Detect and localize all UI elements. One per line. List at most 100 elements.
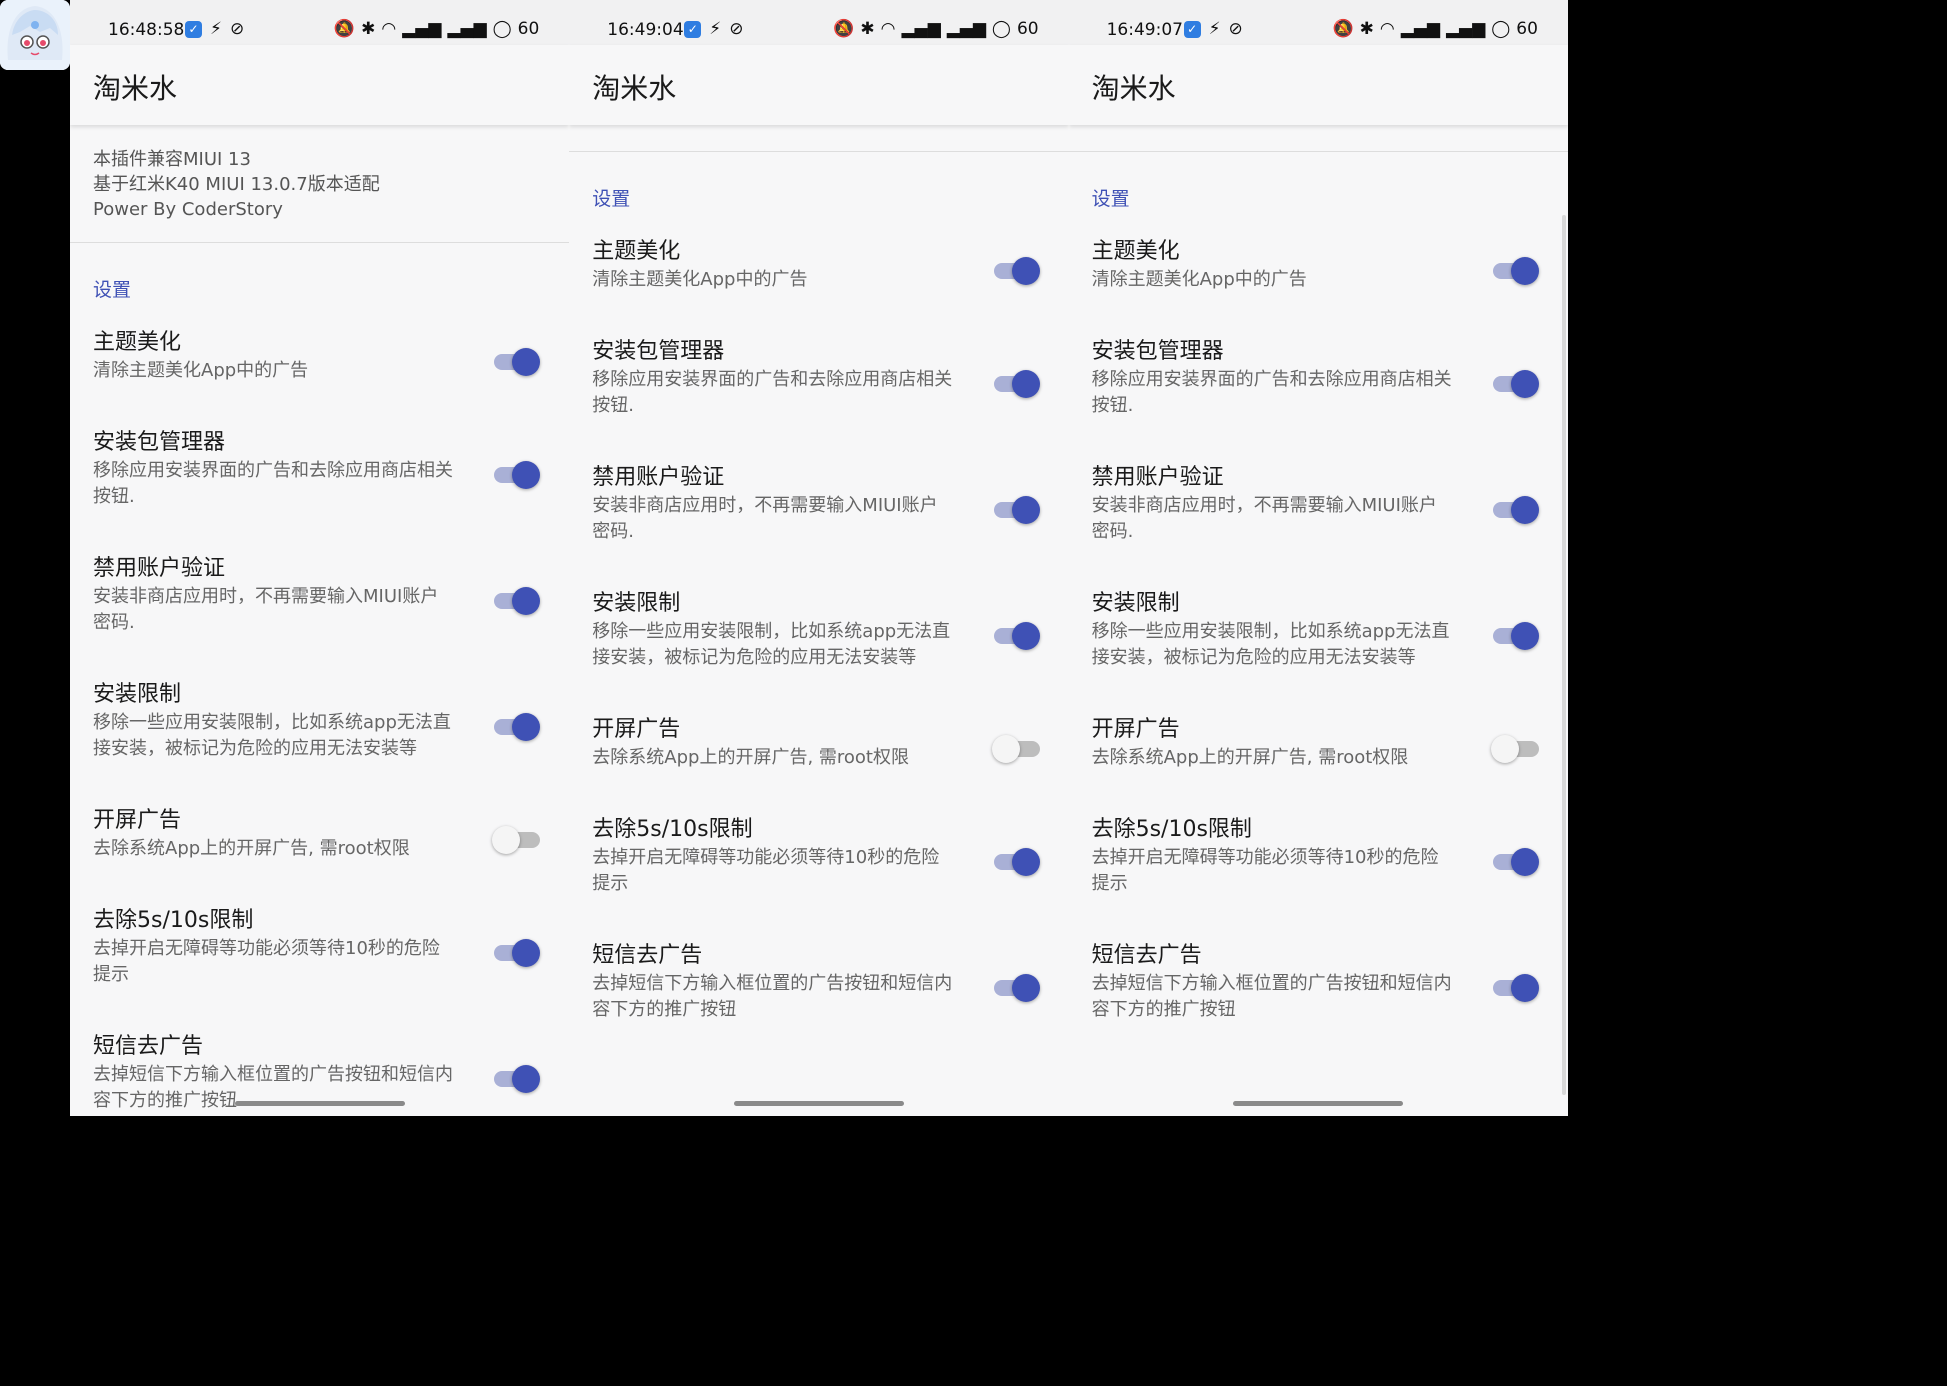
toggle-switch[interactable]	[492, 711, 542, 743]
signal-icon: ▂▄▆	[402, 19, 442, 39]
info-line: 本插件兼容MIUI 13	[93, 149, 251, 170]
battery-level: 60	[1516, 19, 1538, 39]
setting-summary: 安装非商店应用时，不再需要输入MIUI账户密码.	[93, 586, 439, 633]
info-line: 基于红米K40 MIUI 13.0.7版本适配	[93, 174, 380, 195]
setting-item[interactable]: 主题美化 清除主题美化App中的广告	[1069, 221, 1568, 321]
toggle-switch[interactable]	[1491, 846, 1541, 878]
setting-item[interactable]: 安装包管理器 移除应用安装界面的广告和去除应用商店相关按钮.	[1069, 321, 1568, 447]
setting-summary: 去掉短信下方输入框位置的广告按钮和短信内容下方的推广按钮	[93, 1064, 453, 1111]
setting-item[interactable]: 去除5s/10s限制 去掉开启无障碍等功能必须等待10秒的危险提示	[569, 799, 1068, 925]
setting-item[interactable]: 去除5s/10s限制去掉开启无障碍等功能必须等待10秒的危险提示	[70, 890, 569, 1016]
toggle-switch[interactable]	[992, 494, 1042, 526]
setting-title: 安装包管理器	[592, 339, 725, 364]
setting-item[interactable]: 短信去广告 去掉短信下方输入框位置的广告按钮和短信内容下方的推广按钮	[569, 925, 1068, 1051]
toggle-switch[interactable]	[492, 346, 542, 378]
setting-item[interactable]: 短信去广告 去掉短信下方输入框位置的广告按钮和短信内容下方的推广按钮	[1069, 925, 1568, 1051]
setting-title: 开屏广告	[1091, 717, 1180, 742]
gesture-bar[interactable]	[1233, 1101, 1404, 1106]
setting-summary: 去除系统App上的开屏广告, 需root权限	[592, 747, 909, 768]
setting-summary: 去掉开启无障碍等功能必须等待10秒的危险提示	[592, 847, 940, 894]
phone-screen: 16:49:04 ✓ ⚡ ⊘ 🔕 ✱ ◠ ▂▄▆ ▂▄▆ ◯ 60 淘米水 设置 主题美化 清除主题美化Ap…	[569, 0, 1069, 1116]
toggle-switch[interactable]	[1491, 972, 1541, 1004]
setting-item[interactable]: 安装限制 移除一些应用安装限制，比如系统app无法直接安装，被标记为危险的应用无法…	[569, 573, 1068, 699]
setting-title: 安装限制	[1091, 591, 1180, 616]
app-bar: 淘米水	[1068, 45, 1568, 125]
signal-icon: ▂▄▆	[901, 19, 941, 39]
info-line: Power By CoderStory	[93, 199, 283, 220]
setting-item[interactable]: 安装包管理器 移除应用安装界面的广告和去除应用商店相关按钮.	[569, 321, 1068, 447]
app-title: 淘米水	[592, 72, 677, 105]
setting-item[interactable]: 禁用账户验证安装非商店应用时，不再需要输入MIUI账户密码.	[70, 538, 569, 664]
setting-item[interactable]: 开屏广告去除系统App上的开屏广告, 需root权限	[569, 699, 1068, 799]
scrollbar[interactable]	[1561, 215, 1566, 1095]
setting-item[interactable]: 主题美化清除主题美化App中的广告	[569, 221, 1068, 321]
toggle-switch[interactable]	[992, 368, 1042, 400]
status-time: 16:49:04	[607, 20, 684, 40]
setting-title: 去除5s/10s限制	[93, 908, 254, 933]
settings-list[interactable]: 设置主题美化清除主题美化App中的广告安装包管理器 移除应用安装界面的广告和去除应…	[569, 125, 1069, 1116]
setting-summary: 移除一些应用安装限制，比如系统app无法直接安装，被标记为危险的应用无法安装等	[592, 621, 951, 668]
toggle-switch[interactable]	[1491, 255, 1541, 287]
setting-item[interactable]: 安装限制移除一些应用安装限制，比如系统app无法直接安装，被标记为危险的应用无法…	[1069, 573, 1568, 699]
setting-title: 开屏广告	[592, 717, 681, 742]
toggle-switch[interactable]	[991, 733, 1042, 765]
flash-icon: ⚡	[709, 19, 722, 39]
setting-title: 开屏广告	[93, 808, 182, 833]
setting-item[interactable]: 禁用账户验证 安装非商店应用时，不再需要输入MIUI账户密码.	[569, 447, 1068, 573]
signal-icon: ▂▄▆	[447, 19, 487, 39]
setting-title: 安装限制	[93, 682, 182, 707]
status-bar: 16:49:07 ✓ ⚡ ⊘ 🔕 ✱ ◠ ▂▄▆ ▂▄▆ ◯ 60	[1068, 0, 1568, 45]
info-card	[1068, 125, 1568, 152]
toggle-switch[interactable]	[1491, 368, 1541, 400]
toggle-switch[interactable]	[992, 620, 1042, 652]
app-notification-icon: ✓	[1183, 20, 1201, 38]
setting-item[interactable]: 主题美化 清除主题美化App中的广告	[70, 312, 569, 412]
flash-icon: ⚡	[1208, 19, 1221, 39]
setting-title: 禁用账户验证	[93, 556, 226, 581]
setting-summary: 移除一些应用安装限制，比如系统app无法直接安装，被标记为危险的应用无法安装等	[1091, 621, 1450, 668]
setting-item[interactable]: 安装限制移除一些应用安装限制，比如系统app无法直接安装，被标记为危险的应用无法…	[70, 664, 569, 790]
setting-summary: 移除应用安装界面的广告和去除应用商店相关按钮.	[1091, 369, 1452, 416]
toggle-switch[interactable]	[992, 255, 1042, 287]
setting-summary: 去掉开启无障碍等功能必须等待10秒的危险提示	[1091, 847, 1439, 894]
gesture-bar[interactable]	[234, 1101, 405, 1106]
toggle-switch[interactable]	[492, 459, 542, 491]
toggle-switch[interactable]	[492, 585, 542, 617]
setting-summary: 移除一些应用安装限制，比如系统app无法直接安装，被标记为危险的应用无法安装等	[93, 712, 451, 759]
gesture-bar[interactable]	[733, 1101, 904, 1106]
setting-title: 主题美化	[592, 239, 681, 264]
app-notification-icon: ✓	[185, 20, 202, 38]
battery-icon: ◯	[492, 19, 512, 39]
bluetooth-icon: ✱	[1359, 19, 1374, 39]
settings-list[interactable]: 设置 主题美化 清除主题美化App中的广告 安装包管理器 移除应用安装界面的广告和去除应…	[1068, 125, 1568, 1116]
section-title: 设置	[592, 188, 631, 210]
settings-list[interactable]: 本插件兼容MIUI 13 基于红米K40 MIUI 13.0.7版本适配 Power…	[70, 125, 570, 1116]
setting-title: 禁用账户验证	[1091, 465, 1224, 490]
mute-icon: 🔕	[833, 19, 855, 39]
battery-level: 60	[517, 19, 540, 39]
toggle-switch[interactable]	[992, 972, 1042, 1004]
signal-icon: ▂▄▆	[1400, 19, 1440, 39]
setting-item[interactable]: 安装包管理器 移除应用安装界面的广告和去除应用商店相关按钮.	[70, 412, 569, 538]
wifi-icon: ◠	[381, 19, 397, 39]
setting-summary: 去掉开启无障碍等功能必须等待10秒的危险提示	[93, 938, 440, 985]
toggle-switch[interactable]	[492, 1063, 542, 1095]
toggle-switch[interactable]	[1490, 733, 1541, 765]
mute-icon: 🔕	[333, 19, 356, 39]
setting-summary: 清除主题美化App中的广告	[1091, 269, 1307, 290]
setting-item[interactable]: 禁用账户验证 安装非商店应用时，不再需要输入MIUI账户密码.	[1069, 447, 1568, 573]
bluetooth-icon: ✱	[361, 19, 376, 39]
setting-item[interactable]: 开屏广告去除系统App上的开屏广告, 需root权限	[1069, 699, 1568, 799]
app-bar: 淘米水	[569, 45, 1069, 125]
toggle-switch[interactable]	[1491, 620, 1541, 652]
toggle-switch[interactable]	[992, 846, 1042, 878]
setting-item[interactable]: 开屏广告 去除系统App上的开屏广告, 需root权限	[70, 790, 569, 890]
toggle-switch[interactable]	[492, 937, 542, 969]
setting-summary: 去除系统App上的开屏广告, 需root权限	[1091, 747, 1409, 768]
setting-title: 主题美化	[93, 330, 182, 355]
mute-icon: 🔕	[1332, 19, 1354, 39]
setting-summary: 清除主题美化App中的广告	[592, 269, 808, 290]
setting-item[interactable]: 去除5s/10s限制 去掉开启无障碍等功能必须等待10秒的危险提示	[1069, 799, 1568, 925]
toggle-switch[interactable]	[492, 824, 542, 856]
toggle-switch[interactable]	[1491, 494, 1541, 526]
